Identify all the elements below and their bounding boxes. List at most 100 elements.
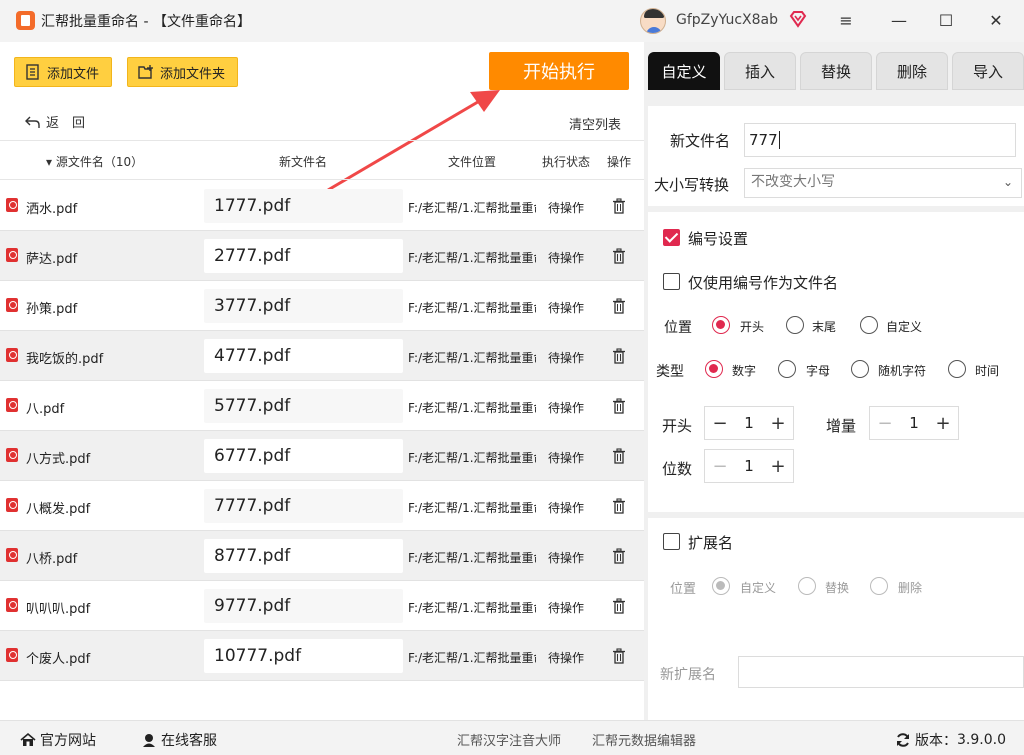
source-file-name: 萨达.pdf [26,252,78,267]
new-name-field[interactable]: 9777.pdf [204,589,403,623]
clear-list-button[interactable]: 清空列表 [569,114,621,133]
start-button[interactable]: 开始执行 [489,52,629,90]
table-row[interactable]: 个废人.pdf 10777.pdf F:/老汇帮/1.汇帮批量重命 待操作 [0,631,644,681]
plus-icon[interactable]: + [769,456,787,477]
add-file-button[interactable]: 添加文件 [14,57,112,87]
numbering-checkbox[interactable] [663,229,680,246]
table-row[interactable]: 叭叭叭.pdf 9777.pdf F:/老汇帮/1.汇帮批量重命 待操作 [0,581,644,631]
maximize-button[interactable]: ☐ [936,11,956,31]
type-number-radio[interactable] [705,360,723,378]
table-row[interactable]: 孙策.pdf 3777.pdf F:/老汇帮/1.汇帮批量重命 待操作 [0,281,644,331]
ext-replace-radio[interactable] [798,577,816,595]
tab-custom[interactable]: 自定义 [648,52,720,90]
ext-custom-radio[interactable] [712,577,730,595]
website-label: 官方网站 [40,733,96,749]
add-folder-label: 添加文件夹 [160,66,226,82]
tab-delete[interactable]: 删除 [876,52,948,90]
new-name-field[interactable]: 1777.pdf [204,189,403,223]
table-row[interactable]: 萨达.pdf 2777.pdf F:/老汇帮/1.汇帮批量重命 待操作 [0,231,644,281]
extension-checkbox[interactable] [663,533,680,550]
chevron-down-icon: ⌄ [1002,175,1013,189]
new-name-field[interactable]: 10777.pdf [204,639,403,673]
trash-icon[interactable] [612,398,626,414]
status-text: 待操作 [548,651,585,665]
trash-icon[interactable] [612,648,626,664]
case-select[interactable]: 不改变大小写 ⌄ [744,168,1022,198]
pdf-icon [6,648,18,662]
numbering-section: 编号设置 仅使用编号作为文件名 位置 开头 末尾 自定义 类型 数字 字母 随机… [648,212,1024,512]
position-end-radio[interactable] [786,316,804,334]
vip-diamond-icon[interactable] [789,10,807,28]
plus-icon[interactable]: + [769,413,787,434]
start-stepper[interactable]: − 1 + [704,406,794,440]
new-name-field[interactable]: 3777.pdf [204,289,403,323]
digits-stepper[interactable]: − 1 + [704,449,794,483]
table-row[interactable]: 八概发.pdf 7777.pdf F:/老汇帮/1.汇帮批量重命 待操作 [0,481,644,531]
user-name[interactable]: GfpZyYucX8ab [676,12,778,28]
table-row[interactable]: 八桥.pdf 8777.pdf F:/老汇帮/1.汇帮批量重命 待操作 [0,531,644,581]
new-name-input[interactable]: 777 [744,123,1016,157]
increment-label: 增量 [826,417,857,435]
tool-link-pinyin[interactable]: 汇帮汉字注音大师 [457,730,561,749]
only-number-checkbox[interactable] [663,273,680,290]
list-header: ▾ 源文件名（10） 新文件名 文件位置 执行状态 操作 [0,140,644,180]
new-name-field[interactable]: 5777.pdf [204,389,403,423]
type-letter-radio[interactable] [778,360,796,378]
trash-icon[interactable] [612,348,626,364]
pdf-icon [6,448,18,462]
minus-icon[interactable]: − [711,413,729,434]
support-link[interactable]: 在线客服 [141,730,217,750]
new-name-field[interactable]: 2777.pdf [204,239,403,273]
extension-label: 扩展名 [688,534,734,552]
minus-icon[interactable]: − [711,456,729,477]
increment-stepper[interactable]: − 1 + [869,406,959,440]
header-source-name[interactable]: ▾ 源文件名（10） [46,153,143,170]
increment-value: 1 [909,414,919,432]
trash-icon[interactable] [612,248,626,264]
website-link[interactable]: 官方网站 [20,730,96,750]
pdf-icon [6,598,18,612]
new-name-field[interactable]: 8777.pdf [204,539,403,573]
close-button[interactable]: ✕ [986,11,1006,31]
plus-icon[interactable]: + [934,413,952,434]
file-location: F:/老汇帮/1.汇帮批量重命 [408,401,536,415]
file-location: F:/老汇帮/1.汇帮批量重命 [408,201,536,215]
type-time-radio[interactable] [948,360,966,378]
case-label: 大小写转换 [654,176,730,194]
table-row[interactable]: 八方式.pdf 6777.pdf F:/老汇帮/1.汇帮批量重命 待操作 [0,431,644,481]
menu-icon[interactable]: ≡ [836,11,856,31]
minimize-button[interactable]: — [889,11,909,31]
trash-icon[interactable] [612,198,626,214]
tab-insert[interactable]: 插入 [724,52,796,90]
trash-icon[interactable] [612,498,626,514]
trash-icon[interactable] [612,448,626,464]
table-row[interactable]: 洒水.pdf 1777.pdf F:/老汇帮/1.汇帮批量重命 待操作 [0,181,644,231]
type-random-radio[interactable] [851,360,869,378]
new-name-field[interactable]: 4777.pdf [204,339,403,373]
trash-icon[interactable] [612,548,626,564]
trash-icon[interactable] [612,298,626,314]
trash-icon[interactable] [612,598,626,614]
table-row[interactable]: 我吃饭的.pdf 4777.pdf F:/老汇帮/1.汇帮批量重命 待操作 [0,331,644,381]
add-file-label: 添加文件 [47,66,100,82]
new-name-field[interactable]: 6777.pdf [204,439,403,473]
tab-replace[interactable]: 替换 [800,52,872,90]
ext-delete-radio[interactable] [870,577,888,595]
version-info[interactable]: 版本： 3.9.0.0 [895,730,1006,750]
minus-icon[interactable]: − [876,413,894,434]
position-end-label: 末尾 [812,320,837,334]
new-extension-input[interactable] [738,656,1024,688]
table-row[interactable]: 八.pdf 5777.pdf F:/老汇帮/1.汇帮批量重命 待操作 [0,381,644,431]
new-name-field[interactable]: 7777.pdf [204,489,403,523]
avatar[interactable] [640,8,666,34]
tab-import[interactable]: 导入 [952,52,1024,90]
ext-replace-label: 替换 [825,581,850,595]
tool-link-metadata[interactable]: 汇帮元数据编辑器 [592,730,696,749]
add-folder-button[interactable]: 添加文件夹 [127,57,238,87]
position-start-radio[interactable] [712,316,730,334]
start-value: 1 [744,414,754,432]
source-file-name: 我吃饭的.pdf [26,352,104,367]
back-button[interactable]: 返 回 [24,112,85,131]
new-name-label: 新文件名 [670,132,731,150]
position-custom-radio[interactable] [860,316,878,334]
